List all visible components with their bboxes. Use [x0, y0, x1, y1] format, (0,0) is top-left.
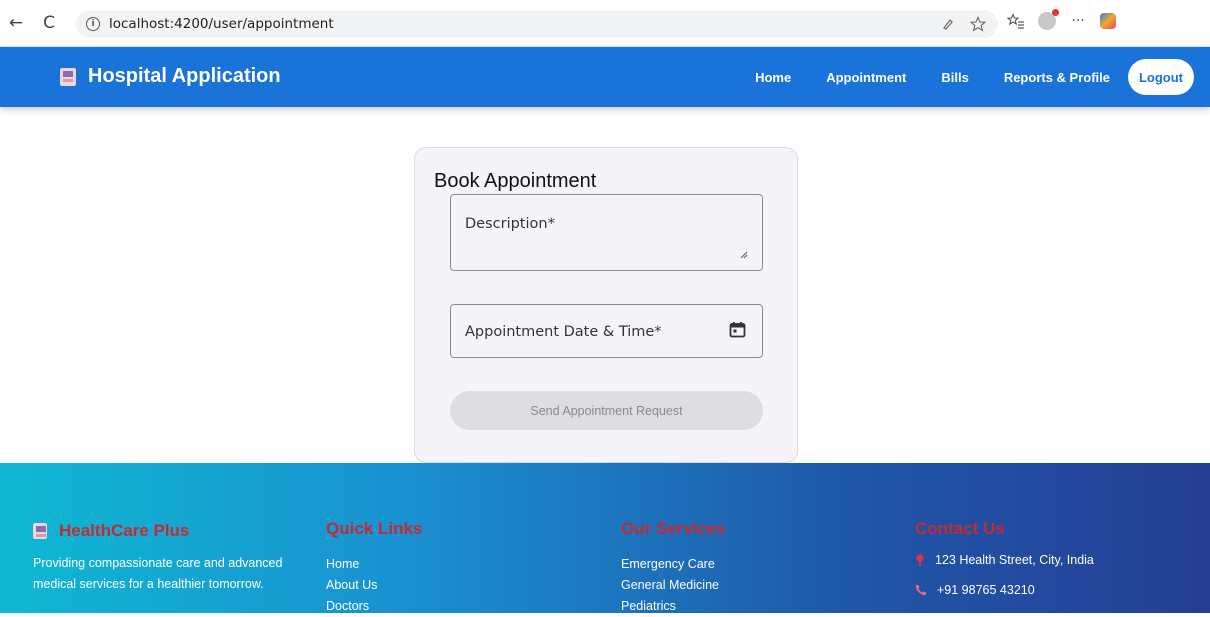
contact-phone: +91 98765 43210: [915, 583, 1094, 597]
calendar-icon[interactable]: [729, 321, 746, 338]
quick-links-heading: Quick Links: [326, 519, 423, 538]
hospital-icon: [33, 523, 47, 539]
reload-icon[interactable]: C: [37, 11, 61, 35]
description-label: Description*: [465, 216, 555, 232]
footer: HealthCare Plus Providing compassionate …: [0, 463, 1210, 613]
footer-services: Our Services Emergency Care General Medi…: [621, 519, 726, 617]
appointment-datetime-field[interactable]: Appointment Date & Time*: [450, 304, 763, 358]
phone-icon: [915, 585, 926, 596]
footer-tagline: Providing compassionate care and advance…: [33, 556, 283, 591]
services-heading: Our Services: [621, 519, 726, 538]
form-title: Book Appointment: [434, 170, 597, 192]
contact-heading: Contact Us: [915, 519, 1005, 538]
footer-link-doctors[interactable]: Doctors: [326, 596, 422, 617]
description-field[interactable]: Description*: [450, 194, 763, 271]
appointment-card: Book Appointment Description* Appointmen…: [414, 147, 798, 463]
app-title: Hospital Application: [88, 65, 281, 87]
main-nav: Home Appointment Bills Reports & Profile…: [755, 59, 1194, 95]
phone-text: +91 98765 43210: [937, 583, 1035, 597]
logout-button[interactable]: Logout: [1128, 59, 1194, 95]
address-bar[interactable]: i localhost:4200/user/appointment: [76, 10, 998, 38]
service-emergency-care[interactable]: Emergency Care: [621, 554, 726, 575]
browser-toolbar: ← C i localhost:4200/user/appointment ··…: [0, 0, 1210, 47]
footer-quick-links: Quick Links Home About Us Doctors: [326, 519, 422, 617]
info-icon[interactable]: i: [86, 17, 100, 31]
service-general-medicine[interactable]: General Medicine: [621, 575, 726, 596]
datetime-label: Appointment Date & Time*: [465, 324, 662, 340]
service-pediatrics[interactable]: Pediatrics: [621, 596, 726, 617]
send-appointment-request-button[interactable]: Send Appointment Request: [450, 391, 763, 430]
favorite-star-icon[interactable]: [968, 14, 988, 34]
resize-handle-icon[interactable]: [740, 251, 748, 259]
hospital-icon: [60, 67, 76, 86]
nav-home[interactable]: Home: [755, 70, 791, 85]
nav-appointment[interactable]: Appointment: [826, 70, 906, 85]
back-arrow-icon[interactable]: ←: [4, 11, 28, 35]
read-aloud-icon[interactable]: [938, 14, 958, 34]
footer-link-home[interactable]: Home: [326, 554, 422, 575]
contact-address: 123 Health Street, City, India: [915, 553, 1094, 567]
profile-avatar-icon[interactable]: [1038, 9, 1059, 30]
copilot-icon[interactable]: [1100, 13, 1116, 29]
url-text[interactable]: localhost:4200/user/appointment: [109, 16, 334, 32]
favorites-list-icon[interactable]: [1006, 11, 1026, 31]
nav-bills[interactable]: Bills: [941, 70, 968, 85]
nav-reports-profile[interactable]: Reports & Profile: [1004, 70, 1110, 85]
footer-brand-name: HealthCare Plus: [59, 521, 190, 540]
more-options-icon[interactable]: ···: [1068, 11, 1088, 31]
brand[interactable]: Hospital Application: [60, 65, 281, 88]
location-pin-icon: [916, 554, 924, 566]
footer-contact: Contact Us 123 Health Street, City, Indi…: [915, 519, 1094, 597]
app-header: Hospital Application Home Appointment Bi…: [0, 47, 1210, 107]
footer-link-about[interactable]: About Us: [326, 575, 422, 596]
footer-about: HealthCare Plus Providing compassionate …: [33, 521, 293, 595]
address-text: 123 Health Street, City, India: [935, 553, 1094, 567]
